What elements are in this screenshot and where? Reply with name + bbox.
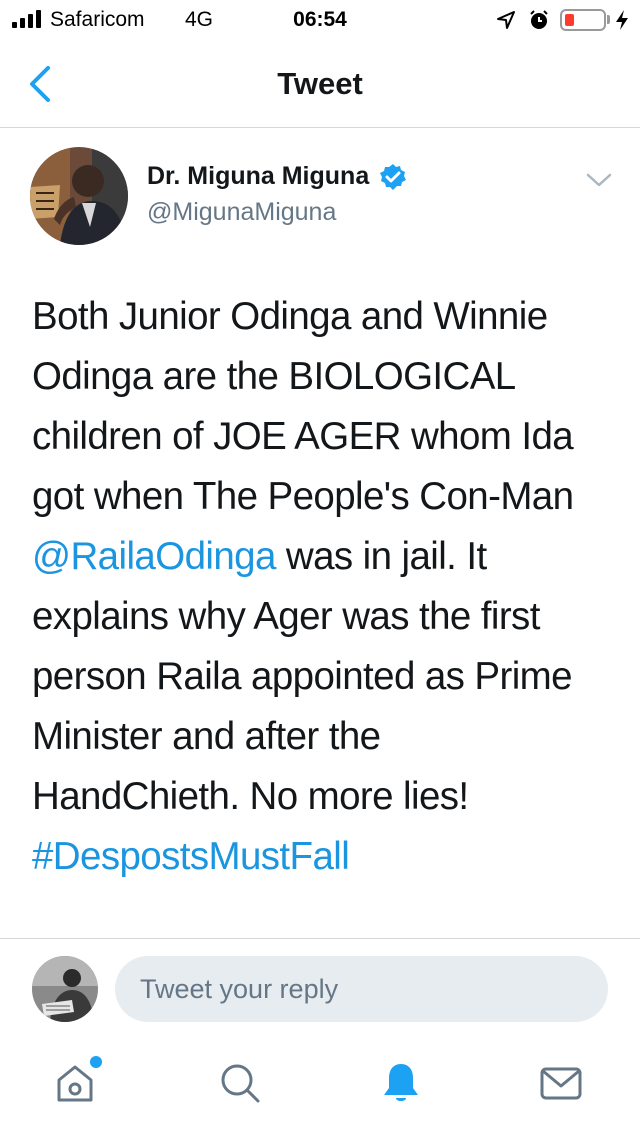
author-avatar[interactable] [30,147,128,245]
tweet-text-line: explains why Ager was the first [32,595,540,638]
tweet-text-line: person Raila appointed as Prime [32,655,573,698]
location-arrow-icon [497,11,515,29]
divider [0,938,640,939]
tab-messages[interactable] [536,1058,586,1108]
author-display-name[interactable]: Dr. Miguna Miguna [147,162,369,191]
new-content-dot [90,1056,102,1068]
user-avatar[interactable] [32,956,98,1022]
author-handle[interactable]: @MigunaMiguna [147,198,336,227]
tweet-text-line: Both Junior Odinga and Winnie [32,295,548,338]
tweet-detail-screen: Safaricom 4G 06:54 Tweet Dr. Miguna Migu… [0,0,640,1136]
reply-input[interactable] [115,956,608,1022]
tweet-text-line: Odinga are the BIOLOGICAL [32,355,516,398]
tweet-text-line: children of JOE AGER whom Ida [32,415,574,458]
tweet-text-line: Minister and after the [32,715,381,758]
messages-envelope-icon [540,1067,582,1100]
search-icon [221,1064,260,1103]
tab-search[interactable] [215,1058,265,1108]
navigation-bar: Tweet [0,40,640,128]
alarm-clock-icon [530,10,548,29]
battery-tip [607,15,610,24]
hashtag-link[interactable]: #DespostsMustFall [32,835,350,878]
tweet-text: Both Junior Odinga and Winnie Odinga are… [32,287,622,887]
notifications-bell-icon [384,1064,418,1101]
battery-low-icon [560,9,606,31]
verified-badge-icon [380,163,407,190]
charging-bolt-icon [616,10,628,30]
tab-notifications[interactable] [376,1058,426,1108]
tweet-text-line: was in jail. It [275,535,487,578]
page-title: Tweet [277,66,363,101]
author-name-row: Dr. Miguna Miguna [147,162,407,191]
tweet-text-line: got when The People's Con-Man [32,475,574,518]
tweet-text-line: HandChieth. No more lies! [32,775,469,818]
mention-link[interactable]: @RailaOdinga [32,535,276,578]
chevron-down-icon[interactable] [584,170,614,190]
status-bar: Safaricom 4G 06:54 [0,0,640,40]
